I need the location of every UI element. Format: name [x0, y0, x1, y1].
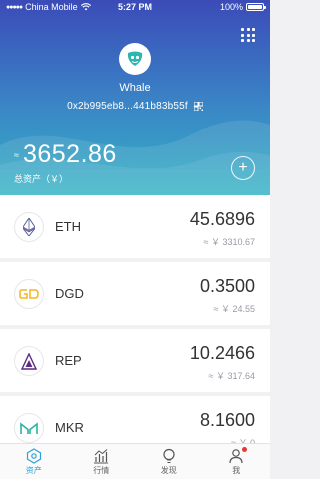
discover-bulb-icon [163, 448, 175, 463]
asset-symbol: REP [55, 353, 82, 368]
tab-label: 资产 [25, 465, 42, 475]
whale-mask-icon [127, 51, 143, 66]
asset-row-eth[interactable]: ETH 45.6896 ≈ ￥ 3310.67 [0, 195, 270, 258]
asset-row-rep[interactable]: REP 10.2466 ≈ ￥ 317.64 [0, 329, 270, 392]
total-balance-value: 3652.86 [22, 140, 117, 168]
tab-label: 行情 [93, 465, 110, 475]
market-chart-icon [94, 448, 109, 463]
tab-label: 发现 [160, 465, 177, 475]
assets-icon [26, 447, 41, 464]
asset-amount: 8.1600 [199, 410, 255, 430]
asset-row-mkr[interactable]: MKR 8.1600 ≈ ￥ 0 [0, 396, 270, 448]
battery-icon [246, 3, 266, 11]
rep-icon [14, 346, 44, 376]
bottom-tab-bar: 资产 行情 发现 我 [0, 443, 270, 479]
wallet-address-row[interactable]: 0x2b995eb8...441b83b55f [0, 101, 270, 112]
qr-code-icon[interactable] [193, 102, 203, 111]
eth-icon [14, 212, 44, 242]
asset-symbol: ETH [55, 219, 81, 234]
add-asset-button[interactable]: + [231, 156, 255, 180]
asset-symbol: DGD [55, 286, 84, 301]
status-time: 5:27 PM [117, 2, 152, 12]
total-balance-label: 总资产（￥） [14, 174, 69, 184]
wallet-avatar[interactable] [119, 43, 151, 75]
plus-icon: + [238, 159, 248, 176]
tab-market[interactable]: 行情 [68, 444, 136, 479]
wallet-name: Whale [119, 82, 151, 94]
asset-fiat-value: ≈ ￥ 24.55 [213, 304, 255, 314]
asset-amount: 45.6896 [189, 209, 255, 229]
asset-fiat-value: ≈ ￥ 3310.67 [203, 237, 255, 247]
tab-discover[interactable]: 发现 [135, 444, 203, 479]
menu-grid-icon[interactable] [241, 28, 255, 42]
asset-amount: 10.2466 [189, 343, 255, 363]
asset-amount: 0.3500 [199, 276, 255, 296]
tab-profile[interactable]: 我 [203, 444, 271, 479]
tab-label: 我 [232, 465, 241, 475]
approx-symbol: ≈ [14, 150, 19, 160]
asset-symbol: MKR [55, 420, 84, 435]
tab-assets[interactable]: 资产 [0, 444, 68, 479]
status-bar: ●●●●● China Mobile 5:27 PM 100% [0, 0, 270, 14]
dgd-icon [14, 279, 44, 309]
asset-fiat-value: ≈ ￥ 317.64 [208, 371, 255, 381]
mkr-icon [14, 413, 44, 443]
wallet-address[interactable]: 0x2b995eb8...441b83b55f [67, 101, 188, 112]
wallet-header: ●●●●● China Mobile 5:27 PM 100% Whale 0x [0, 0, 270, 195]
total-balance: ≈ 3652.86 [14, 140, 117, 169]
asset-row-dgd[interactable]: DGD 0.3500 ≈ ￥ 24.55 [0, 262, 270, 325]
notification-badge [241, 447, 247, 452]
